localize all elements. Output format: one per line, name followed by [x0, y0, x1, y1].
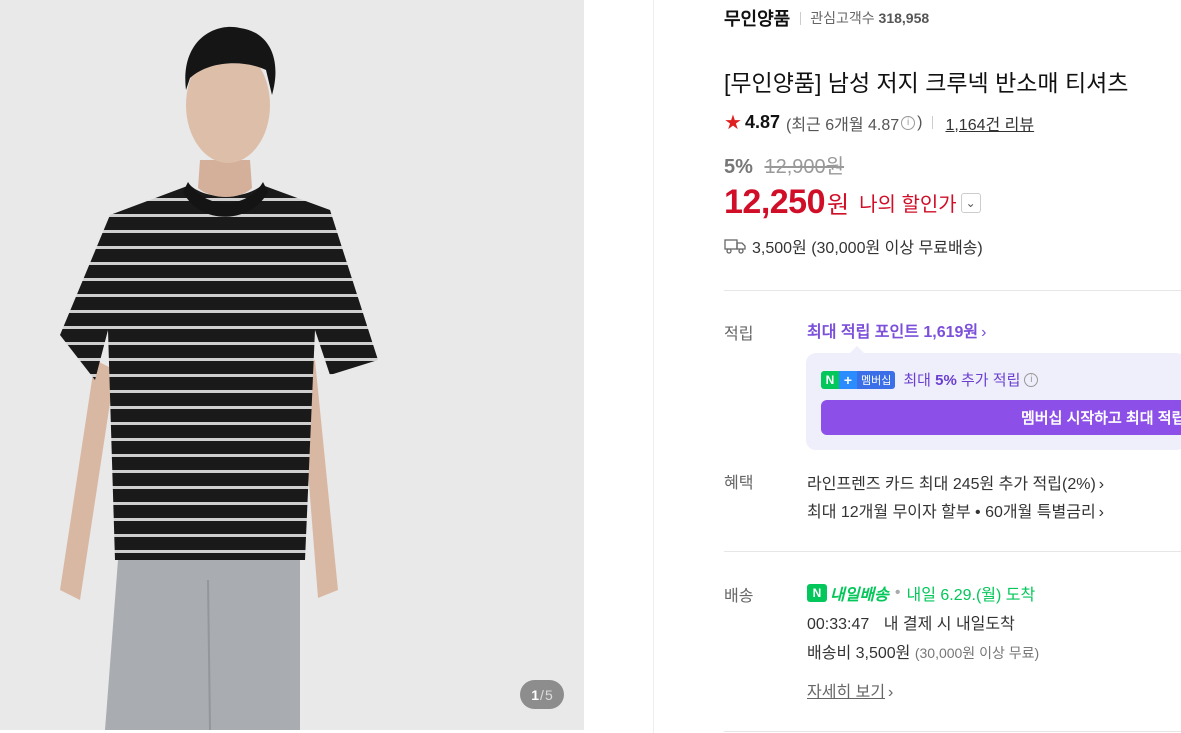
- rating-row: ★ 4.87 (최근 6개월 4.87 i ) 1,164건 리뷰: [724, 110, 1034, 135]
- membership-row: N + 멤버십 최대 5% 추가 적립 i: [821, 369, 1040, 390]
- rating-value: 4.87: [744, 112, 780, 132]
- benefits-label: 혜택: [724, 475, 754, 492]
- review-count-link[interactable]: 1,164건 리뷰: [945, 111, 1034, 135]
- delivery-label: 배송: [724, 588, 754, 605]
- benefit-installment-text: 최대 12개월 무이자 할부 • 60개월 특별금리: [807, 504, 1096, 521]
- price-unit: 원: [827, 192, 850, 219]
- membership-text-prefix: 최대: [903, 372, 936, 389]
- naver-plus-badge: N + 멤버십: [821, 370, 896, 389]
- delivery-row: N 내일배송 • 내일 6.29.(월) 도착: [807, 581, 1035, 605]
- deadline-text: 내 결제 시 내일도착: [883, 616, 1015, 633]
- delivery-fee-text: 배송비 3,500원: [807, 645, 911, 662]
- membership-info-icon[interactable]: i: [1024, 372, 1039, 387]
- points-label: 적립: [724, 326, 754, 343]
- chevron-right-icon: ›: [981, 324, 987, 341]
- store-fans: 관심고객수 318,958: [810, 8, 929, 28]
- original-price: 12,900원: [764, 156, 845, 178]
- product-photo: [60, 26, 378, 730]
- benefit-installment-link[interactable]: 최대 12개월 무이자 할부 • 60개월 특별금리 ›: [807, 498, 1104, 522]
- chevron-right-icon: ›: [888, 684, 894, 701]
- price-row: 12,250 원 나의 할인가 ⌄: [724, 183, 981, 222]
- store-name-link[interactable]: 무인양품: [724, 5, 790, 31]
- next-day-badge: N 내일배송: [807, 581, 889, 605]
- store-fans-count: 318,958: [878, 10, 930, 26]
- store-fans-label: 관심고객수: [810, 10, 875, 26]
- truck-icon: [724, 239, 746, 254]
- membership-text-percent: 5%: [935, 372, 957, 389]
- discount-row: 5% 12,900원: [724, 150, 844, 179]
- shipping-summary: 3,500원 (30,000원 이상 무료배송): [724, 234, 983, 258]
- benefit-card-text: 라인프렌즈 카드 최대 245원 추가 적립(2%): [807, 476, 1096, 493]
- image-counter-separator: /: [540, 686, 544, 703]
- benefit-card-link[interactable]: 라인프렌즈 카드 최대 245원 추가 적립(2%) ›: [807, 470, 1104, 494]
- chevron-right-icon: ›: [1098, 476, 1105, 493]
- chevron-right-icon: ›: [1098, 504, 1104, 521]
- recent-rating-close: ): [917, 113, 923, 131]
- delivery-detail-text: 자세히 보기: [807, 684, 886, 701]
- section-divider: [724, 290, 1181, 291]
- my-discount-label: 나의 할인가: [859, 194, 957, 216]
- membership-text: 최대 5% 추가 적립: [903, 369, 1020, 390]
- max-points-text: 최대 적립 포인트 1,619원: [807, 324, 979, 341]
- vertical-divider: [653, 0, 654, 733]
- delivery-fee: 배송비 3,500원 (30,000원 이상 무료): [807, 639, 1039, 663]
- membership-box: N + 멤버십 최대 5% 추가 적립 i 멤버십 시작하고 최대 적립: [806, 346, 1181, 450]
- rating-divider: [932, 116, 934, 129]
- max-points-link[interactable]: 최대 적립 포인트 1,619원 ›: [807, 318, 986, 342]
- image-counter-total: 5: [544, 686, 553, 703]
- recent-rating: (최근 6개월 4.87: [785, 116, 900, 134]
- next-day-text: 내일배송: [830, 587, 889, 604]
- product-image[interactable]: 1 / 5: [0, 0, 584, 730]
- section-divider: [724, 731, 1181, 732]
- delivery-dot: •: [894, 584, 901, 601]
- image-counter: 1 / 5: [520, 680, 564, 709]
- section-divider: [724, 551, 1181, 552]
- order-deadline: 00:33:47 내 결제 시 내일도착: [807, 610, 1015, 634]
- membership-text-suffix: 추가 적립: [956, 372, 1021, 389]
- membership-badge-text: 멤버십: [857, 370, 896, 389]
- delivery-fee-condition: (30,000원 이상 무료): [914, 645, 1040, 661]
- store-header: 무인양품 관심고객수 318,958: [724, 5, 929, 31]
- chevron-down-icon: ⌄: [965, 195, 976, 210]
- image-counter-current: 1: [531, 686, 540, 703]
- info-icon[interactable]: i: [901, 115, 916, 130]
- discount-percent: 5%: [724, 156, 753, 178]
- star-icon: ★: [724, 112, 742, 134]
- sale-price: 12,250: [724, 183, 826, 221]
- arrival-date: 내일 6.29.(월) 도착: [906, 587, 1036, 604]
- product-title: [무인양품] 남성 저지 크루넥 반소매 티셔츠: [724, 70, 1129, 96]
- shipping-summary-text: 3,500원 (30,000원 이상 무료배송): [752, 240, 983, 257]
- naver-n-icon: N: [821, 370, 839, 389]
- membership-start-button[interactable]: 멤버십 시작하고 최대 적립: [821, 400, 1181, 435]
- plus-icon: +: [839, 370, 857, 389]
- countdown-timer: 00:33:47: [807, 616, 870, 633]
- delivery-detail-link[interactable]: 자세히 보기 ›: [807, 678, 893, 702]
- my-discount-toggle[interactable]: ⌄: [960, 192, 981, 213]
- naver-n-icon: N: [807, 584, 827, 602]
- store-divider: [800, 11, 802, 25]
